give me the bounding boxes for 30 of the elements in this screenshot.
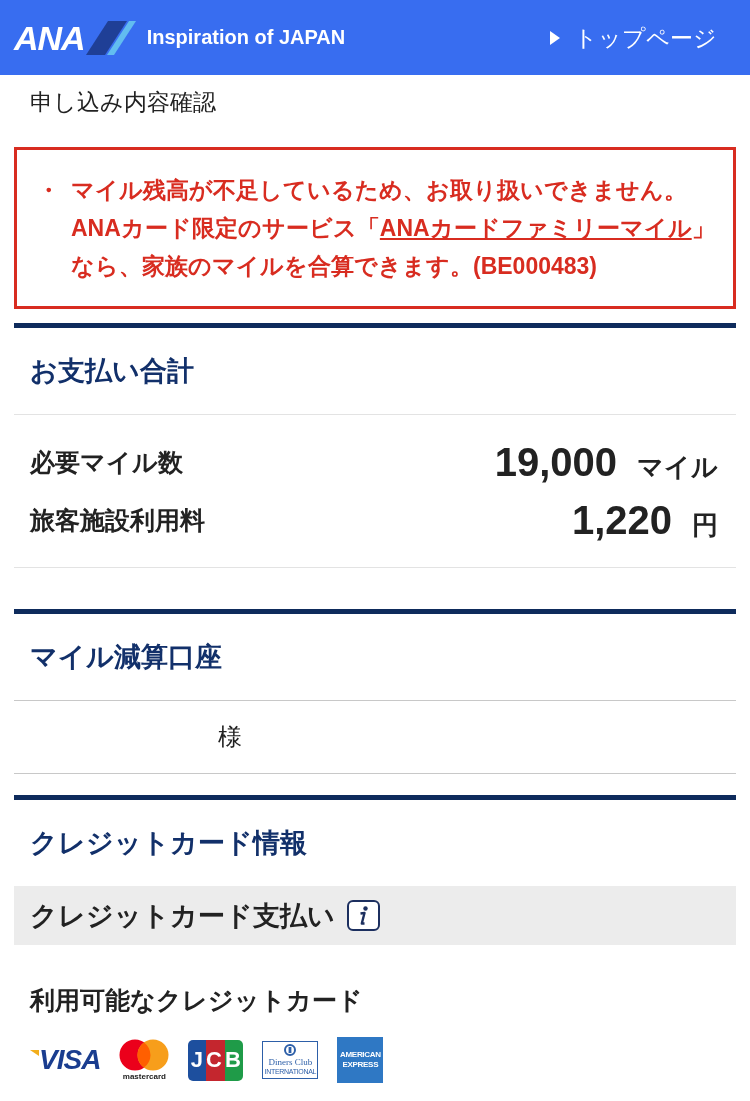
info-icon[interactable] [347, 900, 380, 931]
logo-text: ANA [14, 20, 85, 55]
fee-label: 必要マイル数 [30, 446, 183, 478]
top-page-link[interactable]: トップページ [550, 22, 717, 53]
card-logo-text: VISA [39, 1046, 101, 1074]
slanted-stripes-icon [85, 20, 136, 55]
family-mile-link[interactable]: ANAカードファミリーマイル [379, 215, 692, 241]
cards-title: 利用可能なクレジットカード [28, 985, 364, 1015]
error-message: マイル残高が不足しているため、お取り扱いできません。 [71, 176, 688, 205]
list-bullet: ・ [37, 176, 61, 205]
card-logo-text: Diners Club [268, 1057, 313, 1067]
unit-text: 円 [692, 508, 718, 542]
amount-value: 19,000 [494, 439, 617, 485]
page-title: 申し込み内容確認 [29, 88, 217, 117]
overlapping-circles-icon [119, 1039, 170, 1071]
section-heading: クレジットカード情報 [29, 827, 308, 860]
caret-right-icon [550, 30, 560, 45]
error-note: ANAカード限定のサービス「ANAカードファミリーマイル」なら、家族のマイルを合算できます。(BE000483) [71, 214, 716, 281]
unit-text: マイル [637, 450, 718, 484]
section-heading: マイル減算口座 [14, 614, 736, 701]
amount-value: 1,220 [571, 497, 672, 543]
honorific-text: 様 [218, 722, 242, 752]
section-heading: お支払い合計 [14, 328, 736, 415]
fee-label: 旅客施設利用料 [30, 504, 205, 536]
tagline-text: Inspiration of JAPAN [146, 26, 346, 49]
subheading-text: クレジットカード支払い [30, 899, 335, 933]
card-logo-text: mastercard [122, 1072, 166, 1081]
swoosh-icon [30, 1050, 39, 1056]
ring-icon [284, 1044, 297, 1056]
card-logo: AMERICAN EXPRESS [337, 1037, 384, 1083]
